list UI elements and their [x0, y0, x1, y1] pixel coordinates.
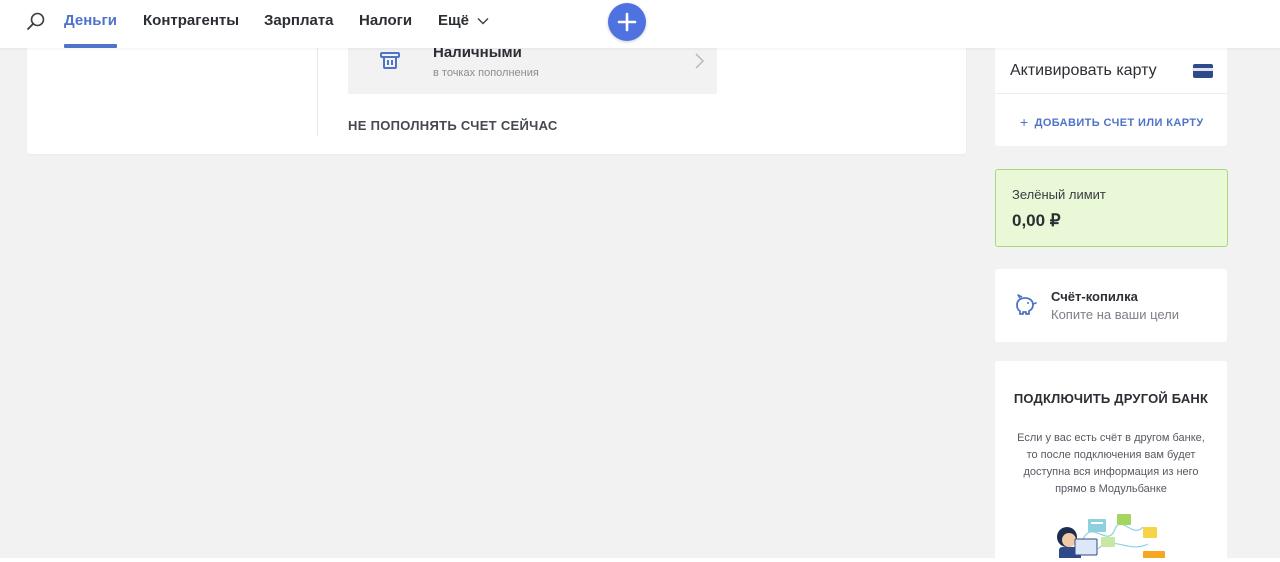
- nav-tab-more[interactable]: Ещё: [438, 0, 489, 48]
- cash-option-subtitle: в точках пополнения: [433, 67, 539, 79]
- connect-bank-desc-line: прямо в Модульбанке: [1055, 483, 1167, 495]
- chevron-right-icon: [693, 52, 705, 70]
- search-icon[interactable]: [24, 10, 48, 34]
- topup-card: Наличными в точках пополнения НЕ ПОПОЛНЯ…: [27, 34, 966, 154]
- connect-bank-desc-line: Если у вас есть счёт в другом банке,: [1017, 432, 1205, 444]
- connect-bank-desc-line: то после подключения вам будет: [1026, 449, 1196, 461]
- divider: [317, 34, 318, 136]
- nav-tab-taxes[interactable]: Налоги: [359, 0, 412, 48]
- connect-other-bank-card: ПОДКЛЮЧИТЬ ДРУГОЙ БАНК Если у вас есть с…: [995, 361, 1227, 562]
- green-limit-value: 0,00 ₽: [1012, 211, 1061, 230]
- connect-bank-desc-line: доступна вся информация из него: [1023, 466, 1199, 478]
- skip-topup-link[interactable]: НЕ ПОПОЛНЯТЬ СЧЕТ СЕЙЧАС: [348, 118, 558, 133]
- piggy-bank-icon: [1013, 294, 1037, 316]
- nav-more-label: Ещё: [438, 12, 470, 29]
- add-account-label: ДОБАВИТЬ СЧЕТ ИЛИ КАРТУ: [1034, 117, 1204, 129]
- add-account-or-card-button[interactable]: + ДОБАВИТЬ СЧЕТ ИЛИ КАРТУ: [1020, 114, 1204, 130]
- connect-bank-illustration: [1053, 509, 1173, 562]
- nav-tab-contractors[interactable]: Контрагенты: [143, 0, 239, 48]
- green-limit-title: Зелёный лимит: [1012, 187, 1106, 202]
- plus-icon: [617, 12, 637, 32]
- nav-tab-money[interactable]: Деньги: [64, 0, 117, 48]
- savings-account-title: Счёт-копилка: [1051, 289, 1138, 304]
- connect-bank-description: Если у вас есть счёт в другом банке, то …: [1009, 430, 1213, 498]
- savings-account-subtitle: Копите на ваши цели: [1051, 307, 1180, 322]
- add-operation-button[interactable]: [608, 3, 646, 41]
- top-navigation: Деньги Контрагенты Зарплата Налоги Ещё: [0, 0, 1280, 48]
- cards-panel: Активировать карту + ДОБАВИТЬ СЧЕТ ИЛИ КА…: [995, 34, 1227, 146]
- atm-icon: [379, 50, 401, 72]
- activate-card-label: Активировать карту: [1010, 62, 1157, 79]
- page-bottom-edge: [0, 558, 1280, 562]
- nav-tab-salary[interactable]: Зарплата: [264, 0, 334, 48]
- savings-account-card[interactable]: Счёт-копилка Копите на ваши цели: [995, 269, 1227, 342]
- green-limit-card[interactable]: Зелёный лимит 0,00 ₽: [995, 169, 1228, 247]
- card-icon: [1193, 64, 1213, 78]
- chevron-down-icon: [477, 0, 489, 42]
- connect-bank-title[interactable]: ПОДКЛЮЧИТЬ ДРУГОЙ БАНК: [995, 391, 1227, 406]
- plus-icon: +: [1020, 114, 1029, 130]
